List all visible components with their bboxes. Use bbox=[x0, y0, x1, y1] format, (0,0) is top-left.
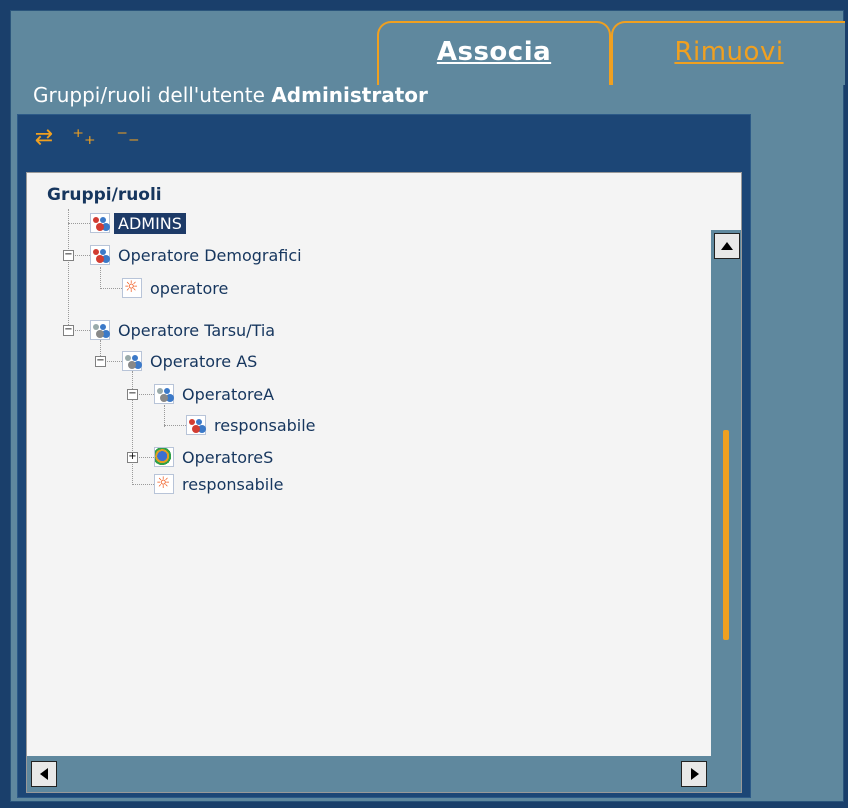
tree-line bbox=[164, 405, 165, 427]
tree-line bbox=[68, 223, 90, 224]
tree-node-label: Operatore Tarsu/Tia bbox=[118, 320, 276, 340]
group-icon bbox=[90, 320, 110, 340]
group-icon bbox=[90, 245, 110, 265]
tree-line bbox=[164, 425, 186, 426]
tree-view: Gruppi/ruoli − − − − + ADMINS Operatore … bbox=[26, 172, 742, 793]
tab-associa-label: Associa bbox=[436, 37, 552, 67]
tree-node-label: OperatoreS bbox=[182, 447, 274, 467]
header-prefix: Gruppi/ruoli dell'utente bbox=[33, 83, 265, 107]
group-icon bbox=[90, 213, 110, 233]
tree-node[interactable]: Operatore Demografici bbox=[90, 242, 306, 268]
tree-line bbox=[68, 209, 69, 331]
header-user: Administrator bbox=[271, 83, 428, 107]
tab-rimuovi-label: Rimuovi bbox=[674, 37, 784, 67]
tree-title: Gruppi/ruoli bbox=[47, 185, 162, 205]
group-icon bbox=[186, 415, 206, 435]
horizontal-scrollbar[interactable] bbox=[27, 756, 711, 792]
tree-node-label: Operatore AS bbox=[150, 351, 258, 371]
tree-node[interactable]: responsabile bbox=[154, 471, 288, 497]
collapse-toggle[interactable]: − bbox=[127, 389, 138, 400]
tree-node[interactable]: responsabile bbox=[186, 412, 320, 438]
role-icon bbox=[122, 277, 142, 298]
tree-node[interactable]: Operatore AS bbox=[122, 348, 261, 374]
collapse-all-icon[interactable]: ⁻₋ bbox=[114, 123, 142, 153]
tree-line bbox=[100, 288, 122, 289]
scroll-up-button[interactable] bbox=[714, 233, 740, 259]
tree-line bbox=[132, 484, 154, 485]
collapse-toggle[interactable]: − bbox=[63, 325, 74, 336]
scroll-thumb[interactable] bbox=[723, 430, 729, 640]
page-title: Gruppi/ruoli dell'utente Administrator bbox=[33, 83, 428, 107]
tab-rimuovi[interactable]: Rimuovi bbox=[611, 21, 845, 85]
collapse-toggle[interactable]: − bbox=[63, 250, 74, 261]
tree-node-label: OperatoreA bbox=[182, 384, 275, 404]
tree-panel: ⇄ ⁺₊ ⁻₋ Gruppi/ruoli − − − − + ADMINS Op… bbox=[17, 114, 751, 798]
expand-toggle[interactable]: + bbox=[127, 452, 138, 463]
tree-line bbox=[100, 267, 101, 289]
group-icon bbox=[122, 351, 142, 371]
group-icon bbox=[154, 384, 174, 404]
collapse-toggle[interactable]: − bbox=[95, 356, 106, 367]
vertical-scrollbar[interactable] bbox=[711, 230, 741, 792]
scrollbar-corner bbox=[711, 756, 741, 792]
tab-associa[interactable]: Associa bbox=[377, 21, 611, 85]
expand-all-icon[interactable]: ⁺₊ bbox=[70, 123, 98, 153]
tree-node[interactable]: OperatoreS bbox=[154, 444, 277, 470]
tree-node-label: responsabile bbox=[214, 415, 316, 435]
tree-node[interactable]: ADMINS bbox=[90, 210, 186, 236]
operator-group-icon bbox=[154, 447, 174, 467]
tree-node[interactable]: Operatore Tarsu/Tia bbox=[90, 317, 279, 343]
refresh-icon[interactable]: ⇄ bbox=[30, 123, 58, 153]
tree-node-label: operatore bbox=[150, 278, 229, 298]
role-icon bbox=[154, 473, 174, 494]
scroll-left-button[interactable] bbox=[31, 761, 57, 787]
tree-node-label: responsabile bbox=[182, 474, 284, 494]
tree-node-label: Operatore Demografici bbox=[118, 245, 302, 265]
tree-node[interactable]: operatore bbox=[122, 275, 232, 301]
window-frame: Associa Rimuovi Gruppi/ruoli dell'utente… bbox=[10, 10, 845, 802]
scroll-right-button[interactable] bbox=[681, 761, 707, 787]
tree-node[interactable]: OperatoreA bbox=[154, 381, 278, 407]
tree-node-label: ADMINS bbox=[114, 212, 186, 234]
